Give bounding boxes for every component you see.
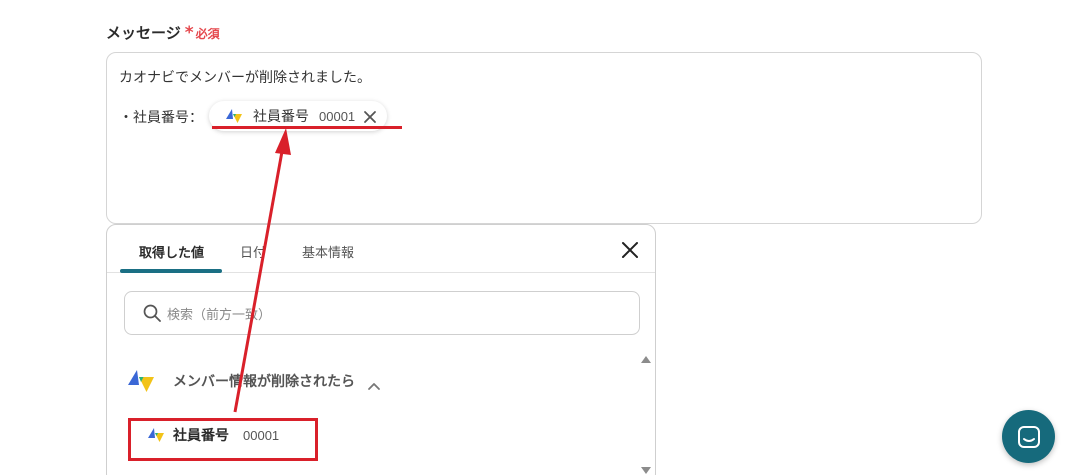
- search-icon: [143, 304, 161, 322]
- message-field-label: メッセージ * 必須: [106, 22, 220, 43]
- chip-remove-icon[interactable]: [363, 109, 377, 123]
- annotation-underline: [212, 126, 402, 129]
- search-input[interactable]: 検索（前方一致）: [124, 291, 640, 335]
- scroll-up-arrow[interactable]: [641, 356, 651, 363]
- trigger-group-header[interactable]: メンバー情報が削除されたら: [127, 369, 381, 393]
- kaonavi-app-icon: [225, 108, 243, 124]
- tab-date[interactable]: 日付: [240, 242, 266, 261]
- close-icon[interactable]: [621, 241, 639, 259]
- tab-acquired-values[interactable]: 取得した値: [139, 242, 204, 261]
- chip-name: 社員番号: [253, 109, 309, 125]
- chat-icon: [1017, 425, 1041, 449]
- active-tab-indicator: [120, 269, 222, 273]
- tab-basic-info[interactable]: 基本情報: [302, 242, 354, 261]
- scroll-down-arrow[interactable]: [641, 467, 651, 474]
- search-placeholder: 検索（前方一致）: [167, 307, 272, 323]
- tab-bar: 取得した値 日付 基本情報: [107, 225, 655, 273]
- required-badge: 必須: [195, 27, 220, 41]
- annotation-highlight-box: [128, 418, 318, 461]
- kaonavi-app-icon: [127, 369, 155, 393]
- chevron-up-icon[interactable]: [367, 376, 381, 390]
- message-line-1: カオナビでメンバーが削除されました。: [119, 70, 371, 86]
- chat-support-button[interactable]: [1002, 410, 1055, 463]
- chip-value: 00001: [319, 108, 356, 124]
- message-textarea[interactable]: カオナビでメンバーが削除されました。 ・社員番号： 社員番号 00001: [106, 52, 982, 224]
- message-line-2-prefix: ・社員番号：: [119, 110, 203, 126]
- required-asterisk: *: [184, 23, 194, 43]
- trigger-group-label: メンバー情報が削除されたら: [173, 374, 355, 390]
- field-title: メッセージ: [106, 24, 181, 42]
